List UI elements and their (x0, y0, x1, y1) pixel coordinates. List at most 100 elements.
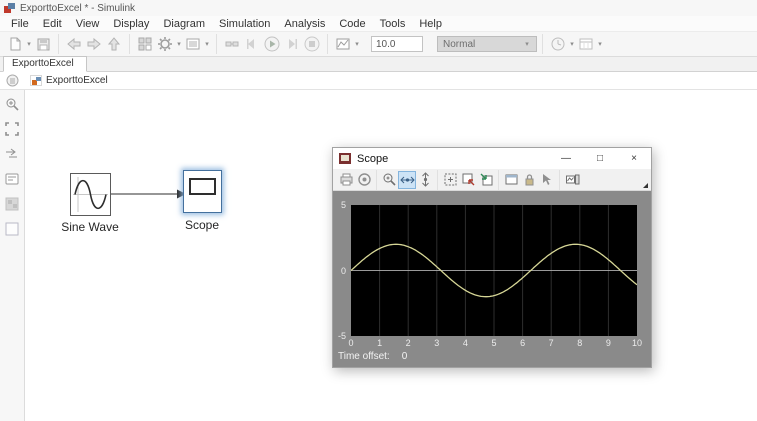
new-model-button[interactable] (5, 34, 25, 54)
sine-wave-block[interactable] (70, 173, 111, 216)
zoom-x-button[interactable] (398, 170, 416, 189)
navigate-back-button[interactable] (64, 34, 84, 54)
stop-time-input[interactable] (371, 36, 423, 52)
toolbar-overflow-icon[interactable] (643, 183, 648, 188)
menu-code[interactable]: Code (332, 18, 372, 30)
run-icon (264, 36, 280, 52)
parameters-icon (357, 173, 371, 186)
restore-axes-icon (480, 173, 492, 186)
parameters-button[interactable] (355, 171, 373, 189)
tab-exporttoexcel[interactable]: ExporttoExcel (3, 56, 87, 72)
save-button[interactable] (33, 34, 53, 54)
simulink-app-icon (4, 3, 15, 13)
print-button[interactable] (337, 171, 355, 189)
minimize-button[interactable]: — (549, 148, 583, 169)
library-browser-button[interactable] (135, 34, 155, 54)
signal-selection-icon (542, 174, 551, 185)
scope-window-title: Scope (357, 152, 389, 165)
scope-block[interactable] (183, 170, 222, 213)
signal-line[interactable] (111, 188, 187, 200)
model-configuration-caret-icon[interactable]: ▾ (175, 40, 183, 48)
toolbar-separator (559, 169, 560, 190)
menu-edit[interactable]: Edit (36, 18, 69, 30)
autoscale-button[interactable] (441, 171, 459, 189)
menu-file[interactable]: File (4, 18, 36, 30)
menu-display[interactable]: Display (106, 18, 156, 30)
floating-scope-button[interactable] (502, 171, 520, 189)
close-button[interactable]: × (617, 148, 651, 169)
fit-to-view-button[interactable] (4, 121, 20, 137)
menu-help[interactable]: Help (412, 18, 449, 30)
stop-button[interactable] (302, 34, 322, 54)
menu-simulation[interactable]: Simulation (212, 18, 277, 30)
document-tab-bar: ExporttoExcel (0, 56, 757, 72)
simulation-mode-select[interactable]: Normal ▾ (437, 36, 537, 52)
code-perspective-button[interactable] (548, 34, 568, 54)
model-browser-button[interactable] (4, 196, 20, 212)
hide-explorer-button[interactable] (5, 73, 21, 89)
signal-selection-button[interactable] (538, 171, 556, 189)
save-axes-settings-button[interactable] (459, 171, 477, 189)
scope-block-label[interactable]: Scope (185, 218, 219, 232)
toolbar-separator (437, 169, 438, 190)
scope-plot-frame: 5 0 -5 0 1 2 3 4 5 6 7 8 9 10 Time offset: 0 (333, 191, 651, 367)
model-configuration-button[interactable] (155, 34, 175, 54)
update-diagram-button[interactable] (222, 34, 242, 54)
fit-to-view-icon (5, 122, 19, 136)
legend-button[interactable] (4, 171, 20, 187)
blank-square-button[interactable] (4, 221, 20, 237)
toolbar-separator (129, 34, 130, 54)
sine-wave-block-icon (73, 177, 108, 212)
data-inspector-caret-icon[interactable]: ▾ (353, 40, 361, 48)
signal-arrows-icon (6, 148, 17, 158)
scope-window-titlebar[interactable]: Scope — □ × (333, 148, 651, 169)
menu-diagram[interactable]: Diagram (156, 18, 212, 30)
navigate-up-button[interactable] (104, 34, 124, 54)
menu-tools[interactable]: Tools (373, 18, 413, 30)
y-tick-label: 5 (340, 200, 346, 210)
toolbar-separator (58, 34, 59, 54)
zoom-y-icon (421, 172, 429, 187)
navigate-forward-button[interactable] (84, 34, 104, 54)
step-back-button[interactable] (242, 34, 262, 54)
maximize-button[interactable]: □ (583, 148, 617, 169)
model-icon (30, 75, 42, 86)
gear-icon (158, 37, 172, 51)
schedule-editor-caret-icon[interactable]: ▾ (596, 40, 604, 48)
zoom-y-button[interactable] (416, 171, 434, 189)
print-icon (340, 173, 352, 186)
code-perspective-caret-icon[interactable]: ▾ (568, 40, 576, 48)
menu-analysis[interactable]: Analysis (277, 18, 332, 30)
lock-axes-button[interactable] (520, 171, 538, 189)
sine-wave-block-label[interactable]: Sine Wave (61, 220, 119, 234)
forward-arrow-icon (87, 37, 101, 51)
time-offset-value: 0 (401, 351, 408, 362)
update-diagram-icon (225, 41, 239, 47)
menu-bar: File Edit View Display Diagram Simulatio… (0, 16, 757, 31)
toolbar-separator (542, 34, 543, 54)
menu-view[interactable]: View (69, 18, 107, 30)
zoom-button[interactable] (380, 171, 398, 189)
simulation-mode-caret-icon: ▾ (525, 41, 529, 48)
breadcrumb-model-chip[interactable]: ExporttoExcel (30, 75, 108, 86)
scope-viewer-button[interactable] (563, 171, 581, 189)
new-model-caret-icon[interactable]: ▾ (25, 40, 33, 48)
y-tick-label: -5 (337, 331, 346, 341)
model-settings-button[interactable] (183, 34, 203, 54)
run-button[interactable] (262, 34, 282, 54)
save-axes-icon (462, 173, 474, 186)
signal-arrows-button[interactable] (4, 146, 20, 162)
x-tick-label: 1 (377, 338, 383, 348)
scope-plot-svg[interactable] (351, 205, 637, 336)
schedule-editor-button[interactable] (576, 34, 596, 54)
simulation-data-inspector-button[interactable] (333, 34, 353, 54)
scope-window[interactable]: Scope — □ × 5 0 -5 0 1 2 3 4 5 6 7 8 9 1… (332, 147, 652, 368)
y-tick-label: 0 (340, 265, 346, 276)
zoom-tool-button[interactable] (4, 96, 20, 112)
toolbar-separator (498, 169, 499, 190)
step-forward-button[interactable] (282, 34, 302, 54)
restore-axes-settings-button[interactable] (477, 171, 495, 189)
model-settings-caret-icon[interactable]: ▾ (203, 40, 211, 48)
up-arrow-icon (107, 37, 121, 51)
toolbar-separator (327, 34, 328, 54)
